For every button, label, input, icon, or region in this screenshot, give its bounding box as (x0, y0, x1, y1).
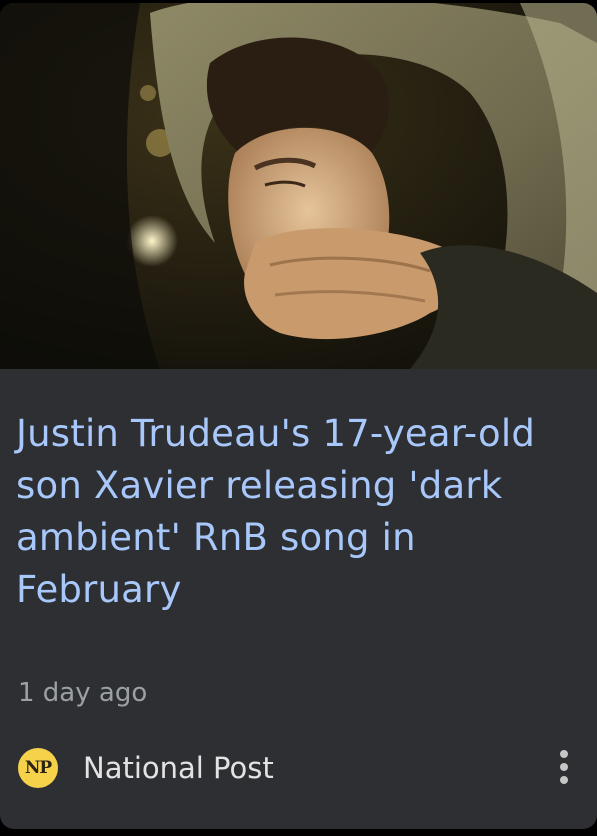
more-vert-icon-dot (560, 763, 568, 771)
more-vert-icon-dot (560, 776, 568, 784)
thumbnail-photo (0, 3, 597, 369)
news-card[interactable]: Justin Trudeau's 17-year-old son Xavier … (0, 3, 597, 829)
more-vert-icon (560, 750, 568, 758)
article-headline[interactable]: Justin Trudeau's 17-year-old son Xavier … (16, 408, 576, 616)
national-post-logo: NP (18, 748, 58, 788)
source-row: NP National Post (16, 741, 581, 793)
more-options-button[interactable] (547, 741, 581, 793)
article-thumbnail[interactable] (0, 3, 597, 369)
published-time: 1 day ago (18, 678, 148, 708)
source-name: National Post (83, 751, 274, 785)
